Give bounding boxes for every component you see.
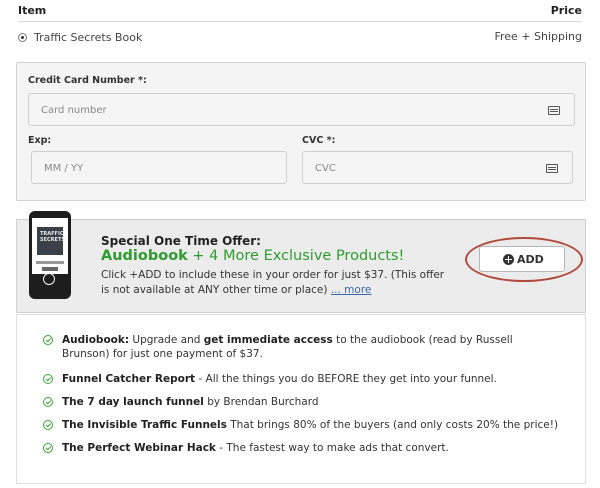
offer-benefits-list: Audiobook: Upgrade and get immediate acc… xyxy=(16,314,586,484)
card-number-label: Credit Card Number *: xyxy=(28,75,147,86)
credit-card-form: Credit Card Number *: Card number Exp: M… xyxy=(16,62,586,201)
benefit-text: Funnel Catcher Report - All the things y… xyxy=(62,373,497,385)
more-link[interactable]: ... more xyxy=(331,284,372,296)
offer-heading: Special One Time Offer: xyxy=(101,234,261,248)
exp-field[interactable]: MM / YY xyxy=(31,151,287,184)
card-number-field[interactable]: Card number xyxy=(28,93,575,126)
product-radio[interactable] xyxy=(18,33,27,42)
benefit-text: The Perfect Webinar Hack - The fastest w… xyxy=(62,442,449,454)
order-table-header: Item Price xyxy=(18,0,582,22)
cvc-placeholder: CVC xyxy=(315,163,336,174)
phone-audiobook-image: TRAFFIC SECRETS xyxy=(29,211,71,299)
check-circle-icon xyxy=(43,335,53,345)
earbuds-icon xyxy=(43,273,55,285)
credit-card-icon xyxy=(548,106,560,115)
product-name: Traffic Secrets Book xyxy=(34,31,143,44)
credit-card-icon xyxy=(546,164,558,173)
check-circle-icon xyxy=(43,397,53,407)
benefit-text: The Invisible Traffic Funnels That bring… xyxy=(62,419,559,431)
item-column-header: Item xyxy=(18,4,47,17)
offer-description: Click +ADD to include these in your orde… xyxy=(101,268,449,298)
offer-subheading-rest: + 4 More Exclusive Products! xyxy=(187,248,405,264)
player-controls-icon xyxy=(42,267,58,271)
card-number-placeholder: Card number xyxy=(41,105,107,116)
exp-label: Exp: xyxy=(28,135,52,146)
phone-screen: TRAFFIC SECRETS xyxy=(32,218,68,274)
plus-circle-icon xyxy=(503,254,514,265)
offer-subheading-bold: Audiobook xyxy=(101,248,188,264)
player-progress-bar xyxy=(36,261,64,264)
check-circle-icon xyxy=(43,443,53,453)
book-cover-title: TRAFFIC SECRETS xyxy=(40,231,65,243)
benefit-text: Audiobook: Upgrade and get immediate acc… xyxy=(62,334,513,360)
product-price: Free + Shipping xyxy=(494,30,582,43)
offer-subheading: Audiobook + 4 More Exclusive Products! xyxy=(101,248,404,264)
check-circle-icon xyxy=(43,374,53,384)
book-cover: TRAFFIC SECRETS xyxy=(37,227,65,255)
check-circle-icon xyxy=(43,420,53,430)
add-button-label: ADD xyxy=(517,253,544,266)
exp-placeholder: MM / YY xyxy=(44,163,84,174)
add-offer-button[interactable]: ADD xyxy=(479,246,565,272)
benefit-text: The 7 day launch funnel by Brendan Burch… xyxy=(62,396,319,408)
product-row[interactable]: Traffic Secrets Book Free + Shipping xyxy=(18,22,582,52)
cvc-label: CVC *: xyxy=(302,135,336,146)
price-column-header: Price xyxy=(550,4,582,17)
cvc-field[interactable]: CVC xyxy=(302,151,573,184)
one-time-offer-box: TRAFFIC SECRETS Special One Time Offer: … xyxy=(16,211,586,313)
offer-description-text: Click +ADD to include these in your orde… xyxy=(101,269,445,296)
